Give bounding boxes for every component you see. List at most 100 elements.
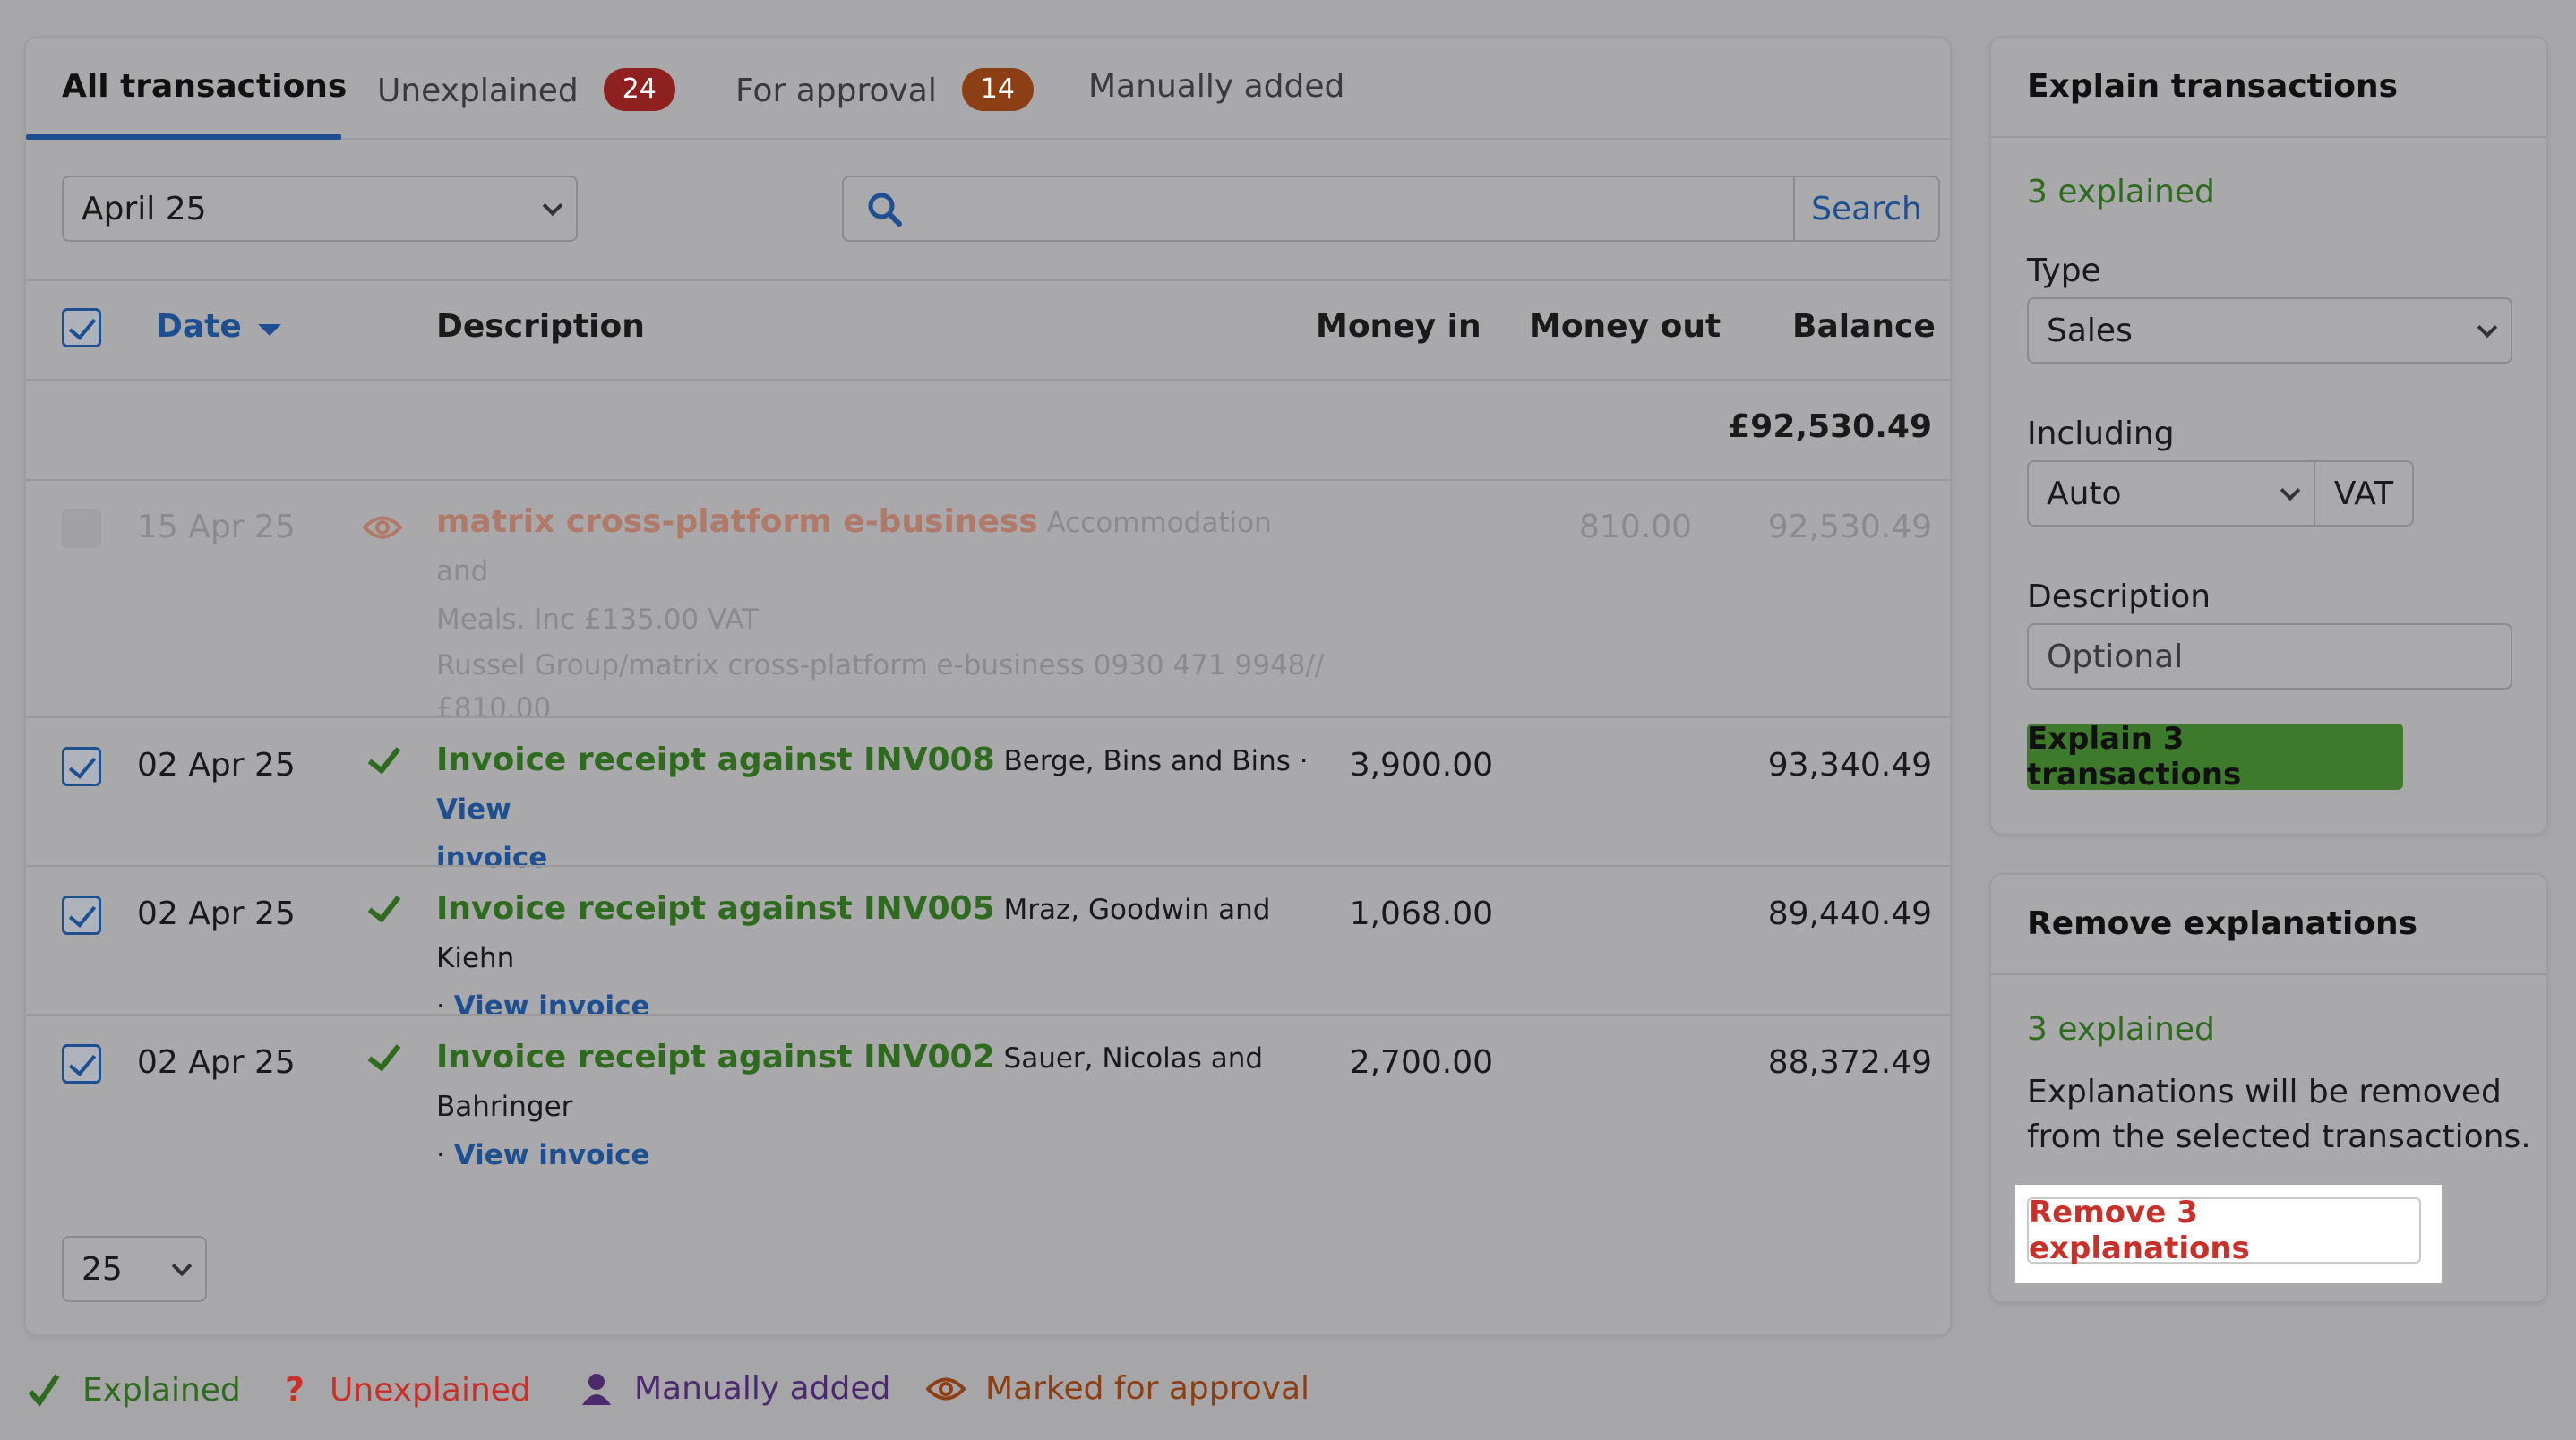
explained-count: 3 explained: [2027, 174, 2215, 210]
divider: [26, 279, 1950, 281]
money-in-header: Money in: [1316, 308, 1481, 345]
money-in-cell: 2,700.00: [1349, 1044, 1493, 1081]
explain-transactions-panel: Explain transactions 3 explained Type Sa…: [1989, 36, 2548, 835]
chevron-down-icon: [2280, 480, 2301, 501]
legend-unexplained: ? Unexplained: [285, 1370, 531, 1410]
legend-marked-for-approval: Marked for approval: [926, 1370, 1309, 1407]
remove-note: Explanations will be removed: [2027, 1074, 2502, 1110]
money-out-header: Money out: [1529, 308, 1722, 345]
search-button[interactable]: Search: [1793, 177, 1938, 240]
balance-header: Balance: [1792, 308, 1936, 345]
row-checkbox[interactable]: [62, 1044, 101, 1084]
tab-bar: All transactions Unexplained 24 For appro…: [26, 38, 1950, 140]
remove-explanations-button[interactable]: Remove 3 explanations: [2027, 1195, 2421, 1266]
transaction-title: Invoice receipt against INV005: [436, 890, 995, 927]
divider: [26, 379, 1950, 381]
month-select-value: April 25: [82, 190, 207, 227]
search-bar: Search: [842, 176, 1940, 242]
check-icon: [28, 1374, 60, 1408]
remove-explanations-panel: Remove explanations 3 explained Explanat…: [1989, 873, 2548, 1303]
date-sort-header[interactable]: Date: [156, 308, 282, 345]
opening-balance: £92,530.49: [1728, 408, 1932, 445]
search-icon: [868, 193, 902, 227]
page-size-select[interactable]: 25: [62, 1236, 207, 1302]
unexplained-count-badge: 24: [603, 68, 675, 111]
legend-manually-added: Manually added: [579, 1370, 890, 1407]
panel-title: Remove explanations: [2027, 905, 2418, 942]
divider: [1991, 973, 2546, 975]
transactions-panel: All transactions Unexplained 24 For appro…: [24, 36, 1952, 1336]
tab-all-transactions[interactable]: All transactions: [62, 68, 347, 140]
transaction-detail: Berge, Bins and Bins ·: [1003, 745, 1309, 777]
vat-label: VAT: [2333, 475, 2394, 512]
view-invoice-link[interactable]: View invoice: [454, 990, 650, 1023]
view-invoice-link[interactable]: View invoice: [454, 1139, 650, 1171]
view-invoice-link[interactable]: invoice: [436, 842, 547, 874]
page-size-value: 25: [82, 1250, 123, 1288]
legend-label: Manually added: [634, 1370, 891, 1407]
eye-icon: [926, 1377, 966, 1400]
panel-title: Explain transactions: [2027, 68, 2398, 105]
legend-label: Marked for approval: [985, 1370, 1310, 1407]
including-select-value: Auto: [2047, 475, 2122, 512]
tab-label: For approval: [735, 73, 937, 109]
balance-cell: 92,530.49: [1767, 509, 1932, 545]
transaction-detail: £810.00: [436, 692, 552, 724]
balance-cell: 89,440.49: [1767, 896, 1932, 932]
description-input[interactable]: Optional: [2027, 623, 2512, 690]
legend-label: Unexplained: [330, 1371, 531, 1409]
description-label: Description: [2027, 579, 2211, 615]
person-icon: [582, 1373, 611, 1405]
select-all-checkbox[interactable]: [62, 308, 101, 347]
row-checkbox[interactable]: [62, 896, 101, 935]
row-date: 15 Apr 25: [137, 509, 296, 545]
tab-label: Manually added: [1088, 68, 1345, 105]
row-checkbox[interactable]: [62, 747, 101, 786]
row-date: 02 Apr 25: [137, 896, 296, 932]
row-description: matrix cross-platform e-business Accommo…: [436, 498, 1332, 730]
money-out-cell: 810.00: [1579, 509, 1692, 545]
divider: [1991, 136, 2546, 138]
type-label: Type: [2027, 253, 2101, 289]
divider: [26, 865, 1950, 867]
transaction-title: Invoice receipt against INV002: [436, 1039, 995, 1076]
separator-dot: ·: [436, 1139, 445, 1171]
row-description: Invoice receipt against INV002 Sauer, Ni…: [436, 1033, 1332, 1179]
legend-explained: Explained: [27, 1370, 241, 1410]
divider: [26, 1014, 1950, 1016]
type-select[interactable]: Sales: [2027, 297, 2512, 364]
divider: [26, 479, 1950, 481]
including-select[interactable]: Auto: [2027, 460, 2315, 527]
sort-down-icon: [258, 324, 282, 336]
type-select-value: Sales: [2047, 312, 2133, 349]
description-placeholder: Optional: [2047, 638, 2184, 675]
chevron-down-icon: [542, 195, 563, 217]
transaction-detail: Meals. Inc £135.00 VAT: [436, 604, 759, 636]
month-select[interactable]: April 25: [62, 176, 578, 242]
question-icon: ?: [285, 1370, 305, 1410]
row-description: Invoice receipt against INV005 Mraz, Goo…: [436, 885, 1332, 1031]
explain-transactions-button[interactable]: Explain 3 transactions: [2027, 721, 2403, 793]
balance-cell: 93,340.49: [1767, 747, 1932, 784]
separator-dot: ·: [436, 990, 445, 1023]
date-header-label: Date: [156, 308, 242, 345]
row-description: Invoice receipt against INV008 Berge, Bi…: [436, 736, 1332, 882]
search-input[interactable]: [915, 183, 1775, 235]
check-icon: [367, 739, 401, 775]
money-in-cell: 3,900.00: [1349, 747, 1493, 784]
transaction-title: Invoice receipt against INV008: [436, 741, 995, 778]
row-date: 02 Apr 25: [137, 747, 296, 784]
transaction-title: matrix cross-platform e-business: [436, 503, 1038, 540]
including-label: Including: [2027, 416, 2175, 452]
vat-addon: VAT: [2314, 460, 2414, 527]
approval-count-badge: 14: [961, 68, 1034, 111]
description-header: Description: [436, 308, 645, 345]
view-invoice-link[interactable]: View: [436, 793, 511, 826]
tab-unexplained[interactable]: Unexplained 24: [377, 68, 675, 140]
explained-count: 3 explained: [2027, 1011, 2215, 1048]
tab-label: All transactions: [62, 68, 348, 105]
tab-for-approval[interactable]: For approval 14: [735, 68, 1034, 140]
check-icon: [367, 887, 401, 923]
balance-cell: 88,372.49: [1767, 1044, 1932, 1081]
tab-manually-added[interactable]: Manually added: [1088, 68, 1344, 140]
